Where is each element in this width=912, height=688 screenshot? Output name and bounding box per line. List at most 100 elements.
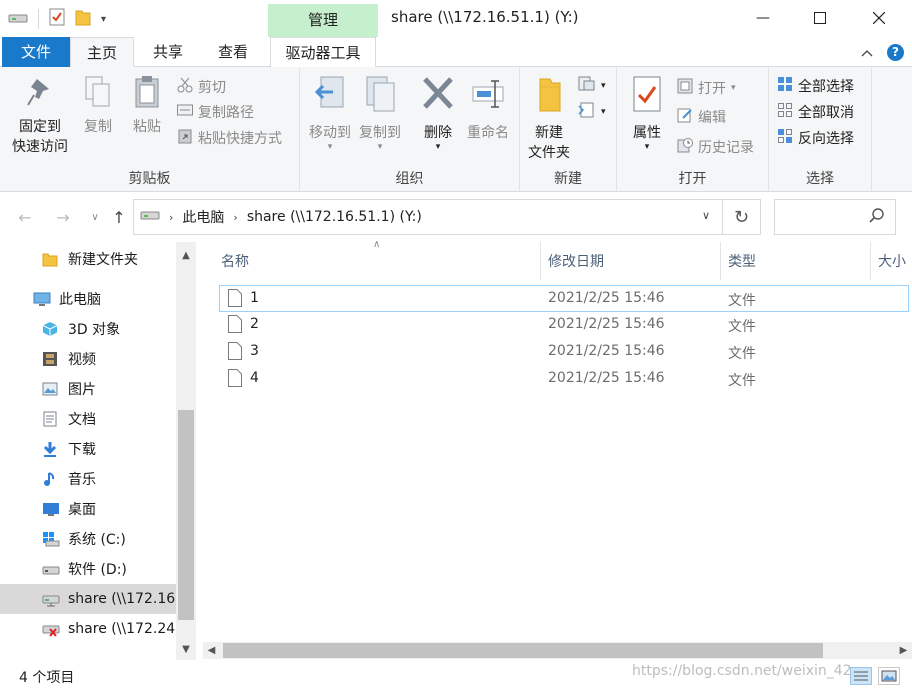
breadcrumb-this-pc[interactable]: 此电脑 <box>182 207 224 227</box>
rename-icon <box>463 75 513 121</box>
drive-icon <box>8 10 28 28</box>
scroll-up-icon[interactable]: ▲ <box>176 246 196 266</box>
delete-button[interactable]: 删除 ▾ <box>418 75 458 152</box>
tab-file[interactable]: 文件 <box>2 37 70 67</box>
address-dropdown-icon[interactable]: ∨ <box>702 209 710 222</box>
file-name: 1 <box>250 290 259 306</box>
forward-button[interactable]: → <box>52 206 74 228</box>
recent-locations-button[interactable]: ∨ <box>84 206 106 228</box>
select-group-label: 选择 <box>806 171 834 187</box>
nav-item-share-16[interactable]: share (\\172.16 <box>0 584 176 614</box>
rename-button[interactable]: 重命名 <box>463 75 513 143</box>
column-header-modified[interactable]: 修改日期 <box>541 242 721 280</box>
select-none-button[interactable]: 全部取消 <box>777 101 854 123</box>
help-icon[interactable]: ? <box>887 44 904 61</box>
ribbon-controls: ? <box>861 44 904 61</box>
maximize-icon <box>814 8 826 29</box>
minimize-button[interactable]: — <box>734 0 792 36</box>
nav-item-3d-objects[interactable]: 3D 对象 <box>0 314 176 344</box>
scroll-thumb[interactable] <box>178 410 194 620</box>
invert-selection-button[interactable]: 反向选择 <box>777 127 854 149</box>
address-bar[interactable]: › 此电脑 › share (\\172.16.51.1) (Y:) ∨ <box>133 199 723 235</box>
file-type: 文件 <box>728 346 756 362</box>
nav-item-share-24[interactable]: share (\\172.24 <box>0 614 176 644</box>
file-list-scrollbar[interactable]: ◀ ▶ <box>203 642 912 659</box>
new-folder-button[interactable]: 新建 文件夹 <box>524 75 574 163</box>
nav-item-music[interactable]: 音乐 <box>0 464 176 494</box>
edit-button[interactable]: 编辑 <box>677 106 726 128</box>
system-drive-icon <box>42 531 60 547</box>
nav-item-videos[interactable]: 视频 <box>0 344 176 374</box>
quick-access-toolbar: ▾ <box>8 8 106 30</box>
easy-access-button[interactable]: ▾ <box>578 101 606 123</box>
scroll-down-icon[interactable]: ▼ <box>176 640 196 660</box>
scroll-thumb[interactable] <box>223 643 823 658</box>
column-header-name[interactable]: ∧ 名称 <box>203 239 541 280</box>
move-to-label: 移动到 <box>309 125 351 141</box>
properties-icon[interactable] <box>49 8 65 30</box>
collapse-ribbon-icon[interactable] <box>861 45 873 61</box>
window-title: share (\\172.16.51.1) (Y:) <box>391 8 579 26</box>
scroll-left-icon[interactable]: ◀ <box>203 642 220 659</box>
large-icons-view-button[interactable] <box>878 667 900 685</box>
open-button[interactable]: 打开 ▾ <box>677 77 736 99</box>
details-view-button[interactable] <box>850 667 872 685</box>
breadcrumb-chevron-icon[interactable]: › <box>169 211 173 224</box>
nav-item-software-drive[interactable]: 软件 (D:) <box>0 554 176 584</box>
table-row[interactable]: 2 2021/2/25 15:46 文件 <box>219 312 909 339</box>
folder-icon <box>42 251 60 267</box>
up-button[interactable]: ↑ <box>108 206 130 228</box>
desktop-icon <box>42 501 60 517</box>
refresh-button[interactable]: ↻ <box>723 199 761 235</box>
manage-context-tab[interactable]: 管理 <box>268 4 378 37</box>
table-row[interactable]: 3 2021/2/25 15:46 文件 <box>219 339 909 366</box>
pin-quick-access-button[interactable]: 固定到 快速访问 <box>8 75 72 157</box>
maximize-button[interactable] <box>791 0 849 36</box>
paste-shortcut-button[interactable]: 粘贴快捷方式 <box>177 127 282 149</box>
table-row[interactable]: 1 2021/2/25 15:46 文件 <box>219 285 909 312</box>
scroll-right-icon[interactable]: ▶ <box>895 642 912 659</box>
tab-share[interactable]: 共享 <box>140 37 196 67</box>
nav-item-label: 3D 对象 <box>68 322 121 338</box>
breadcrumb-chevron-icon[interactable]: › <box>233 211 237 224</box>
tab-view[interactable]: 查看 <box>204 37 262 67</box>
select-none-label: 全部取消 <box>798 105 854 121</box>
close-button[interactable] <box>850 0 908 36</box>
copy-to-button[interactable]: 复制到 ▾ <box>355 75 405 152</box>
tab-home[interactable]: 主页 <box>70 37 134 68</box>
nav-item-pictures[interactable]: 图片 <box>0 374 176 404</box>
paste-button[interactable]: 粘贴 <box>127 75 167 137</box>
back-button[interactable]: ← <box>14 206 36 228</box>
cut-button[interactable]: 剪切 <box>177 76 226 98</box>
properties-button[interactable]: 属性 ▾ <box>625 75 669 152</box>
column-header-size[interactable]: 大小 <box>871 242 912 280</box>
new-item-button[interactable]: ▾ <box>578 75 606 97</box>
tab-drive-tools[interactable]: 驱动器工具 <box>270 37 376 67</box>
copy-button[interactable]: 复制 <box>78 75 118 137</box>
breadcrumb-current[interactable]: share (\\172.16.51.1) (Y:) <box>247 209 422 225</box>
search-input[interactable] <box>774 199 896 235</box>
nav-item-desktop[interactable]: 桌面 <box>0 494 176 524</box>
column-header-type[interactable]: 类型 <box>721 242 871 280</box>
file-name: 2 <box>250 316 259 332</box>
select-all-button[interactable]: 全部选择 <box>777 75 854 97</box>
download-icon <box>42 441 60 457</box>
nav-pane-scrollbar[interactable]: ▲ ▼ <box>176 242 196 660</box>
new-folder-icon[interactable] <box>75 8 91 30</box>
file-icon <box>228 289 242 311</box>
customize-toolbar-icon[interactable]: ▾ <box>101 14 106 25</box>
edit-label: 编辑 <box>698 110 726 126</box>
table-row[interactable]: 4 2021/2/25 15:46 文件 <box>219 366 909 393</box>
pin-icon <box>8 75 72 115</box>
nav-item-system-drive[interactable]: 系统 (C:) <box>0 524 176 554</box>
nav-item-label: share (\\172.24 <box>68 621 176 637</box>
file-type: 文件 <box>728 319 756 335</box>
history-button[interactable]: 历史记录 <box>677 136 754 158</box>
nav-item-documents[interactable]: 文档 <box>0 404 176 434</box>
move-to-button[interactable]: 移动到 ▾ <box>305 75 355 152</box>
open-icon <box>677 78 693 98</box>
nav-item-downloads[interactable]: 下载 <box>0 434 176 464</box>
nav-item-new-folder[interactable]: 新建文件夹 <box>0 244 176 274</box>
nav-item-this-pc[interactable]: 此电脑 <box>0 284 176 314</box>
copy-path-button[interactable]: 复制路径 <box>177 101 254 123</box>
